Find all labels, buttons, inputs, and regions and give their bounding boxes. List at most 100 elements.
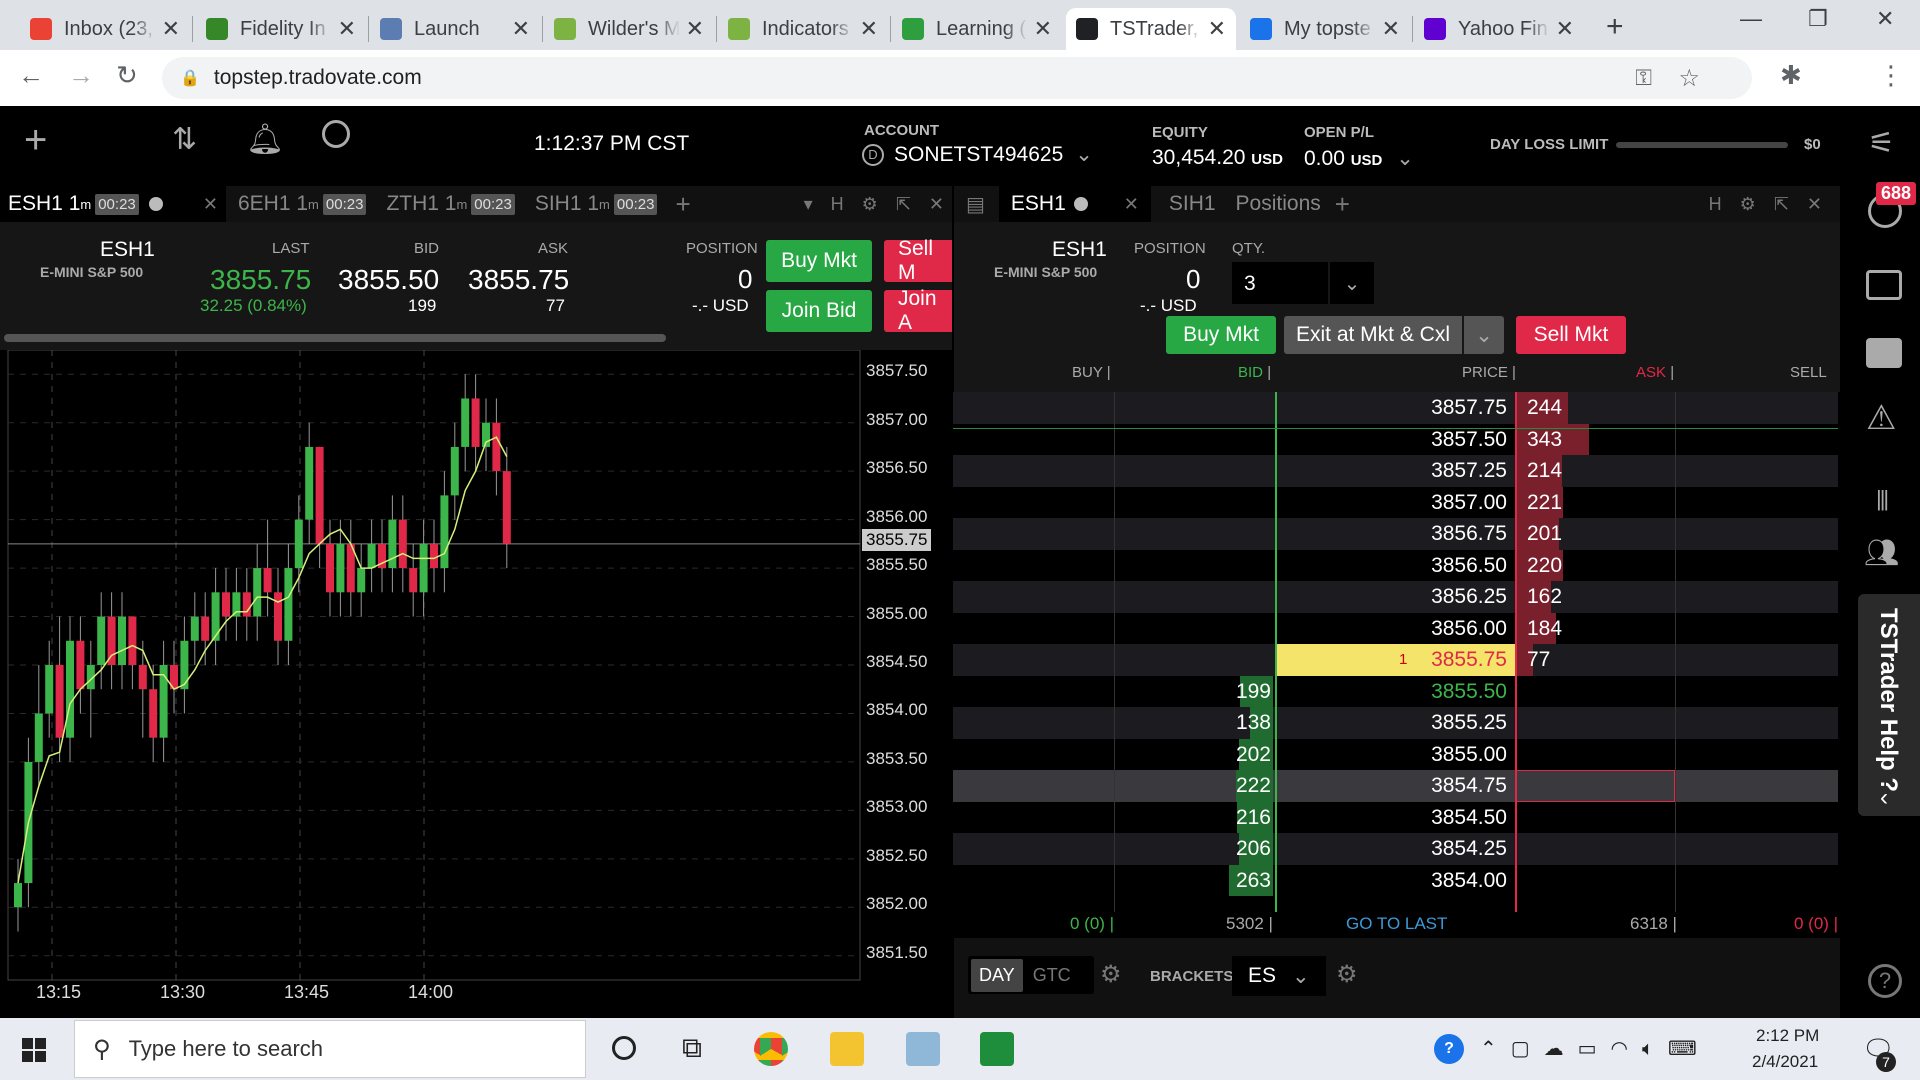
price-level[interactable]: 3855.50: [1275, 676, 1507, 708]
chart-tab[interactable]: ZTH1 1 m 00:23: [378, 186, 522, 222]
close-tab-icon[interactable]: ✕: [1208, 16, 1226, 42]
dom-row[interactable]: 199 3855.50: [953, 675, 1838, 708]
dom-row[interactable]: 3857.75 244: [953, 392, 1838, 424]
dom-row[interactable]: 1 3855.75 77: [953, 644, 1838, 676]
chrome-icon[interactable]: [754, 1032, 788, 1066]
dom-row[interactable]: 206 3854.25: [953, 833, 1838, 865]
close-tab-icon[interactable]: ✕: [1124, 194, 1139, 215]
close-icon[interactable]: ✕: [929, 194, 944, 215]
price-level[interactable]: 3856.25: [1275, 581, 1507, 613]
columns-icon[interactable]: |||: [1876, 486, 1889, 512]
browser-tab[interactable]: Yahoo Fin ✕: [1414, 8, 1584, 50]
popout-icon[interactable]: ⇱: [1774, 194, 1789, 215]
minimize-icon[interactable]: —: [1740, 6, 1762, 32]
chevron-left-icon[interactable]: ‹: [1880, 784, 1888, 812]
ask-size[interactable]: 162: [1527, 581, 1562, 613]
dom-row[interactable]: 263 3854.00: [953, 864, 1838, 897]
ask-size[interactable]: 221: [1527, 487, 1562, 519]
tif-gear-icon[interactable]: ⚙: [1100, 960, 1122, 989]
youtube-icon[interactable]: [1866, 338, 1902, 368]
browser-tab[interactable]: Inbox (23, ✕: [20, 8, 190, 50]
search-icon[interactable]: [322, 120, 350, 148]
bid-size[interactable]: 199: [1215, 676, 1271, 708]
go-to-last-link[interactable]: GO TO LAST: [1346, 914, 1447, 934]
help-panel-tab[interactable]: TSTrader Help ? ‹: [1858, 594, 1920, 816]
forward-icon[interactable]: →: [68, 60, 94, 91]
bid-size[interactable]: 222: [1215, 770, 1271, 802]
openpl-value[interactable]: 0.00 USD ⌄: [1304, 146, 1414, 171]
cortana-icon[interactable]: [612, 1036, 636, 1060]
qty-dropdown[interactable]: ⌄: [1330, 262, 1374, 304]
help-icon[interactable]: ?: [1868, 964, 1902, 998]
price-level[interactable]: 3854.00: [1275, 865, 1507, 897]
chat-icon[interactable]: [1866, 270, 1902, 300]
dom-row[interactable]: 3856.25 162: [953, 581, 1838, 613]
browser-tab[interactable]: Indicators ✕: [718, 8, 888, 50]
brackets-select[interactable]: ES ⌄: [1232, 956, 1326, 996]
list-icon[interactable]: ▤: [966, 192, 985, 217]
price-level[interactable]: 3857.25: [1275, 455, 1507, 487]
price-level[interactable]: 3855.75: [1275, 644, 1507, 676]
tradingapp-icon[interactable]: [980, 1032, 1014, 1066]
add-icon[interactable]: +: [24, 118, 47, 163]
close-tab-icon[interactable]: ✕: [162, 16, 180, 42]
tab-esh1[interactable]: ESH1 ✕: [998, 186, 1151, 222]
browser-tab[interactable]: Learning (✕: [892, 8, 1062, 50]
dom-row[interactable]: 3856.75 201: [953, 518, 1838, 550]
exit-button[interactable]: Exit at Mkt & Cxl: [1284, 316, 1462, 354]
chart-canvas[interactable]: [0, 350, 952, 1018]
buy-mkt-button[interactable]: Buy Mkt: [766, 240, 872, 282]
warning-icon[interactable]: ⚠: [1866, 398, 1896, 438]
day-option[interactable]: DAY: [971, 958, 1023, 992]
chart-tab[interactable]: 6EH1 1 m 00:23: [230, 186, 374, 222]
dom-row[interactable]: 216 3854.50: [953, 801, 1838, 834]
hover-cell[interactable]: [1515, 770, 1675, 802]
close-tab-icon[interactable]: ✕: [860, 16, 878, 42]
ask-size[interactable]: 244: [1527, 392, 1562, 424]
sell-mkt-button[interactable]: Sell M: [884, 237, 952, 284]
price-level[interactable]: 3857.75: [1275, 392, 1507, 424]
qty-input[interactable]: 3: [1232, 262, 1328, 304]
reload-icon[interactable]: ↻: [116, 60, 138, 91]
app-icon[interactable]: [906, 1032, 940, 1066]
close-tab-icon[interactable]: ✕: [338, 16, 356, 42]
dom-sell-mkt-button[interactable]: Sell Mkt: [1516, 316, 1626, 354]
price-level[interactable]: 3855.25: [1275, 707, 1507, 739]
task-view-icon[interactable]: ⧉: [682, 1032, 702, 1065]
dom-row[interactable]: 3857.25 214: [953, 455, 1838, 487]
chart-tab[interactable]: ESH1 1 m 00:23 ✕: [0, 186, 226, 222]
join-bid-button[interactable]: Join Bid: [766, 290, 872, 332]
h-icon[interactable]: H: [831, 194, 844, 215]
price-level[interactable]: 3856.00: [1275, 613, 1507, 645]
gtc-option[interactable]: GTC: [1023, 959, 1081, 992]
close-tab-icon[interactable]: ✕: [203, 194, 218, 215]
bid-size[interactable]: 216: [1215, 802, 1271, 834]
back-icon[interactable]: ←: [18, 60, 44, 91]
browser-tab[interactable]: My topste ✕: [1240, 8, 1410, 50]
dom-row[interactable]: 222 3854.75: [953, 770, 1838, 802]
bid-size[interactable]: 206: [1215, 833, 1271, 865]
tif-toggle[interactable]: DAY GTC: [968, 956, 1094, 994]
account-selector[interactable]: D SONETST494625 ⌄: [862, 142, 1093, 167]
dom-row[interactable]: 3856.00 184: [953, 612, 1838, 645]
ask-size[interactable]: 201: [1527, 518, 1562, 550]
community-icon[interactable]: 👥︎: [1864, 536, 1900, 569]
ask-size[interactable]: 220: [1527, 550, 1562, 582]
help-tray-icon[interactable]: ?: [1434, 1034, 1464, 1064]
close-window-icon[interactable]: ✕: [1876, 6, 1894, 32]
bid-size[interactable]: 202: [1215, 739, 1271, 771]
price-level[interactable]: 3857.00: [1275, 487, 1507, 519]
price-level[interactable]: 3854.25: [1275, 833, 1507, 865]
tab-sih1[interactable]: SIH1: [1169, 192, 1216, 216]
ask-size[interactable]: 214: [1527, 455, 1562, 487]
gear-icon[interactable]: ⚙: [1740, 194, 1756, 215]
new-tab-button[interactable]: +: [1606, 10, 1624, 44]
dom-buy-mkt-button[interactable]: Buy Mkt: [1166, 316, 1276, 354]
gear-icon[interactable]: ⚙: [862, 194, 878, 215]
price-level[interactable]: 3855.00: [1275, 739, 1507, 771]
browser-tab[interactable]: Wilder's M ✕: [544, 8, 714, 50]
brackets-gear-icon[interactable]: ⚙: [1336, 960, 1358, 989]
tab-positions[interactable]: Positions: [1236, 192, 1321, 216]
price-level[interactable]: 3856.50: [1275, 550, 1507, 582]
restore-icon[interactable]: ❐: [1808, 6, 1828, 32]
